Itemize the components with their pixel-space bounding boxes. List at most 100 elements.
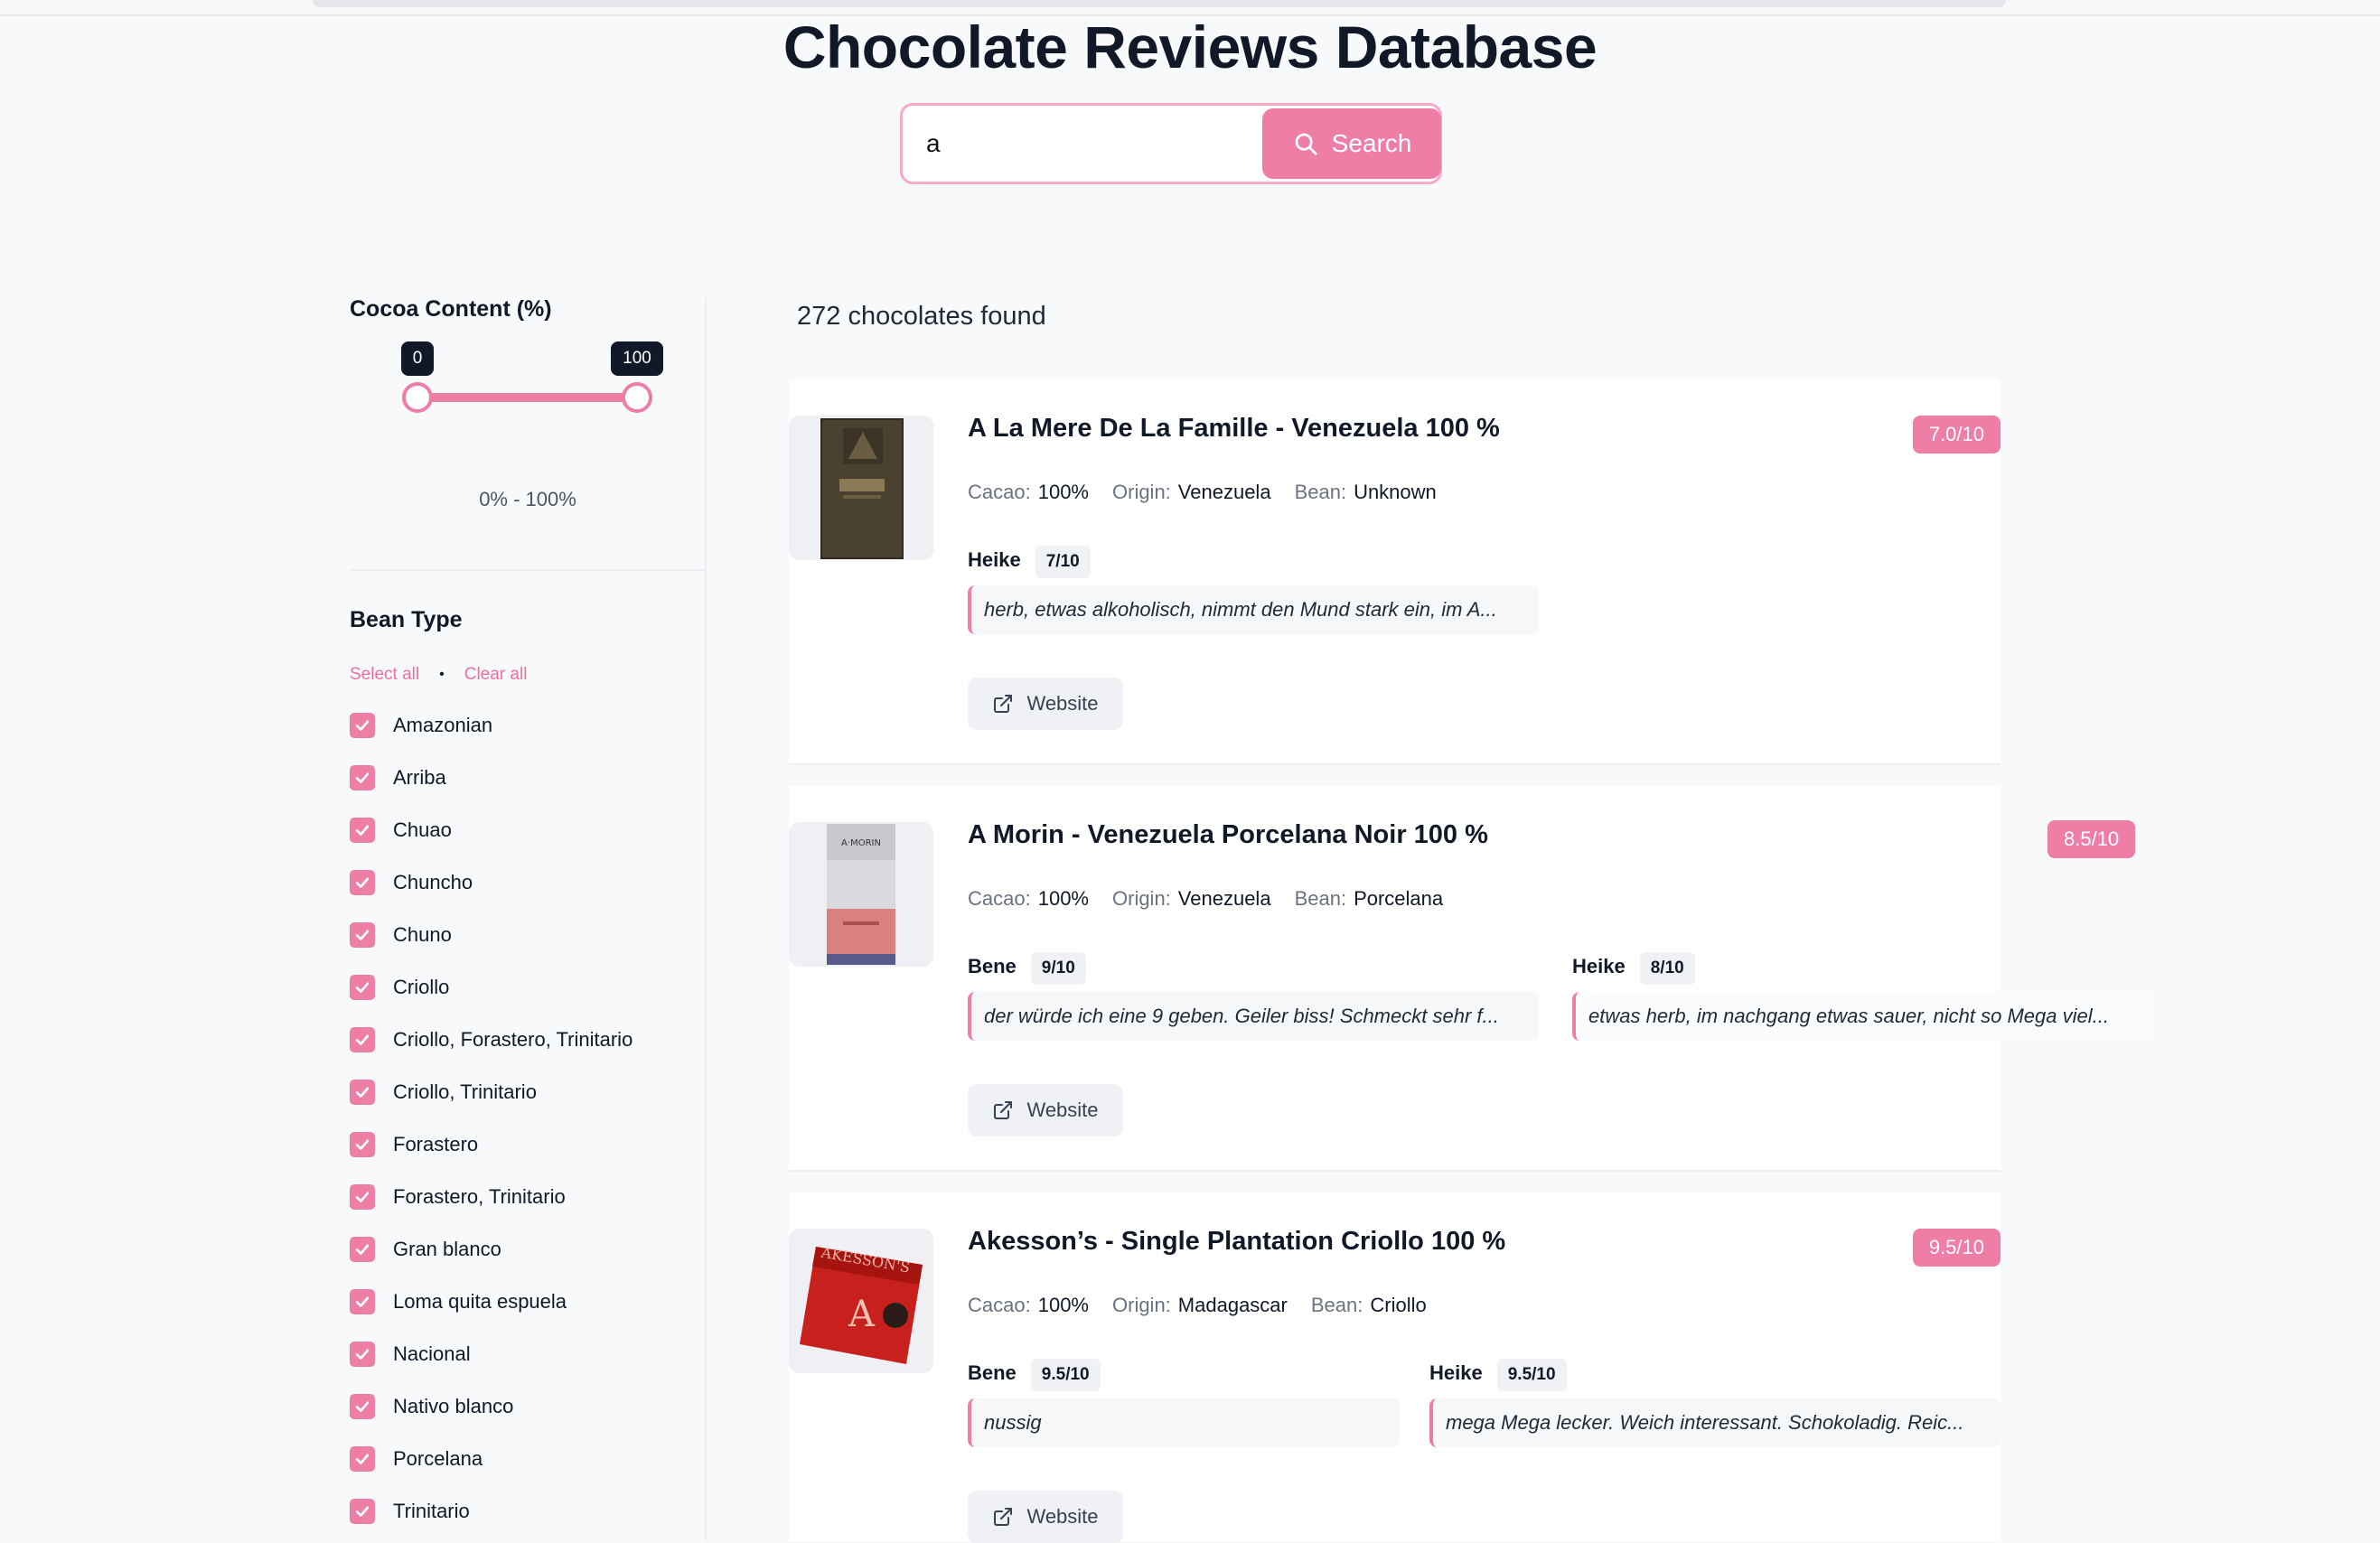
reviewer-score: 9.5/10 (1030, 1359, 1101, 1391)
checkbox[interactable] (350, 1237, 375, 1262)
website-button[interactable]: Website (968, 678, 1123, 730)
bean-value: Porcelana (1354, 887, 1444, 910)
checkbox[interactable] (350, 1394, 375, 1419)
checkbox[interactable] (350, 1342, 375, 1367)
reviewer-name: Bene (968, 955, 1017, 977)
checkbox[interactable] (350, 975, 375, 1000)
cocoa-min-tooltip: 0 (401, 341, 434, 376)
bean-option-label: Nacional (393, 1342, 471, 1365)
select-all-link[interactable]: Select all (350, 665, 419, 685)
search-button[interactable]: Search (1262, 108, 1441, 179)
bean-option[interactable]: Criollo (350, 961, 632, 1014)
chocolate-image (789, 416, 933, 560)
bean-option-label: Porcelana (393, 1447, 483, 1470)
bean-option[interactable]: Chuno (350, 909, 632, 961)
cacao-label: Cacao: (968, 481, 1031, 503)
website-button[interactable]: Website (968, 1084, 1123, 1136)
bean-option[interactable]: Amazonian (350, 699, 632, 752)
search-input[interactable] (903, 106, 1259, 182)
bean-label: Bean: (1294, 481, 1347, 503)
check-icon (355, 1296, 370, 1307)
external-link-icon (994, 1508, 1013, 1526)
checkbox[interactable] (350, 1027, 375, 1052)
check-icon (355, 1087, 370, 1098)
search-icon (1295, 133, 1317, 155)
checkbox[interactable] (350, 818, 375, 843)
origin-label: Origin: (1112, 1294, 1171, 1316)
reviewer-name: Heike (968, 548, 1021, 571)
cacao-value: 100% (1037, 1294, 1089, 1316)
actions-separator: • (439, 667, 445, 682)
reviewer-score: 9.5/10 (1496, 1359, 1567, 1391)
bean-option-label: Arriba (393, 766, 446, 789)
checkbox[interactable] (350, 1289, 375, 1314)
check-icon (355, 1034, 370, 1045)
bean-option[interactable]: Trinitario (350, 1485, 632, 1538)
bean-option[interactable]: Porcelana (350, 1433, 632, 1485)
bean-option[interactable]: Forastero, Trinitario (350, 1171, 632, 1223)
origin-value: Madagascar (1177, 1294, 1288, 1316)
chocolate-image: A·MORIN (789, 822, 933, 967)
bean-option-label: Loma quita espuela (393, 1290, 567, 1313)
review-header: Bene 9/10 (968, 952, 1086, 985)
bean-option[interactable]: Arriba (350, 752, 632, 804)
checkbox[interactable] (350, 922, 375, 948)
checkbox[interactable] (350, 1132, 375, 1157)
page-title: Chocolate Reviews Database (782, 14, 1598, 80)
clear-all-link[interactable]: Clear all (464, 665, 528, 685)
review-header: Heike 9.5/10 (1429, 1359, 1567, 1391)
checkbox[interactable] (350, 713, 375, 738)
reviewer-score: 7/10 (1035, 546, 1091, 578)
bean-filter-actions: Select all • Clear all (350, 665, 527, 685)
check-icon (355, 1192, 370, 1202)
website-label: Website (1026, 1505, 1099, 1528)
origin-value: Venezuela (1177, 481, 1271, 503)
bean-option[interactable]: Gran blanco (350, 1223, 632, 1276)
bean-option[interactable]: Nativo blanco (350, 1380, 632, 1433)
cocoa-filter-title: Cocoa Content (%) (350, 296, 552, 322)
cacao-label: Cacao: (968, 1294, 1031, 1316)
checkbox[interactable] (350, 765, 375, 790)
checkbox[interactable] (350, 1499, 375, 1524)
cocoa-min-handle[interactable] (402, 382, 433, 413)
overall-score-badge: 8.5/10 (2047, 820, 2136, 858)
check-icon (355, 720, 370, 731)
website-button[interactable]: Website (968, 1491, 1123, 1543)
reviewer-score: 8/10 (1639, 952, 1695, 985)
external-link-icon (994, 695, 1013, 713)
bean-label: Bean: (1310, 1294, 1363, 1316)
bean-option[interactable]: Loma quita espuela (350, 1276, 632, 1328)
review-text: etwas herb, im nachgang etwas sauer, nic… (1572, 992, 2150, 1041)
cocoa-range-track (417, 393, 638, 402)
bean-option-label: Forastero, Trinitario (393, 1185, 566, 1208)
bean-option[interactable]: Forastero (350, 1118, 632, 1171)
cocoa-max-handle[interactable] (622, 382, 652, 413)
chocolate-card: AKESSON'S A Akesson’s - Single Plantatio… (789, 1192, 2001, 1543)
bean-value: Unknown (1354, 481, 1437, 503)
check-icon (355, 825, 370, 836)
external-link-icon (994, 1101, 1013, 1119)
checkbox[interactable] (350, 1446, 375, 1472)
bean-option[interactable]: Chuncho (350, 856, 632, 909)
bean-option-label: Chuno (393, 923, 452, 946)
checkbox[interactable] (350, 870, 375, 895)
svg-text:A: A (848, 1294, 876, 1335)
top-bar (313, 0, 2006, 7)
check-icon (355, 1349, 370, 1360)
bean-option-label: Chuao (393, 818, 452, 841)
bean-option[interactable]: Criollo, Forastero, Trinitario (350, 1014, 632, 1066)
check-icon (355, 930, 370, 940)
bean-option[interactable]: Chuao (350, 804, 632, 856)
checkbox[interactable] (350, 1080, 375, 1105)
review-header: Heike 7/10 (968, 546, 1091, 578)
results-count: 272 chocolates found (797, 302, 1046, 331)
bean-option-label: Criollo (393, 976, 450, 998)
reviewer-name: Bene (968, 1361, 1017, 1384)
chocolate-meta: Cacao: 100% Origin: Venezuela Bean: Porcelana (968, 887, 1466, 911)
checkbox[interactable] (350, 1184, 375, 1210)
reviewer-name: Heike (1429, 1361, 1483, 1384)
origin-value: Venezuela (1177, 887, 1271, 910)
bean-option[interactable]: Nacional (350, 1328, 632, 1380)
bean-option[interactable]: Criollo, Trinitario (350, 1066, 632, 1118)
chocolate-image: AKESSON'S A (789, 1229, 933, 1373)
